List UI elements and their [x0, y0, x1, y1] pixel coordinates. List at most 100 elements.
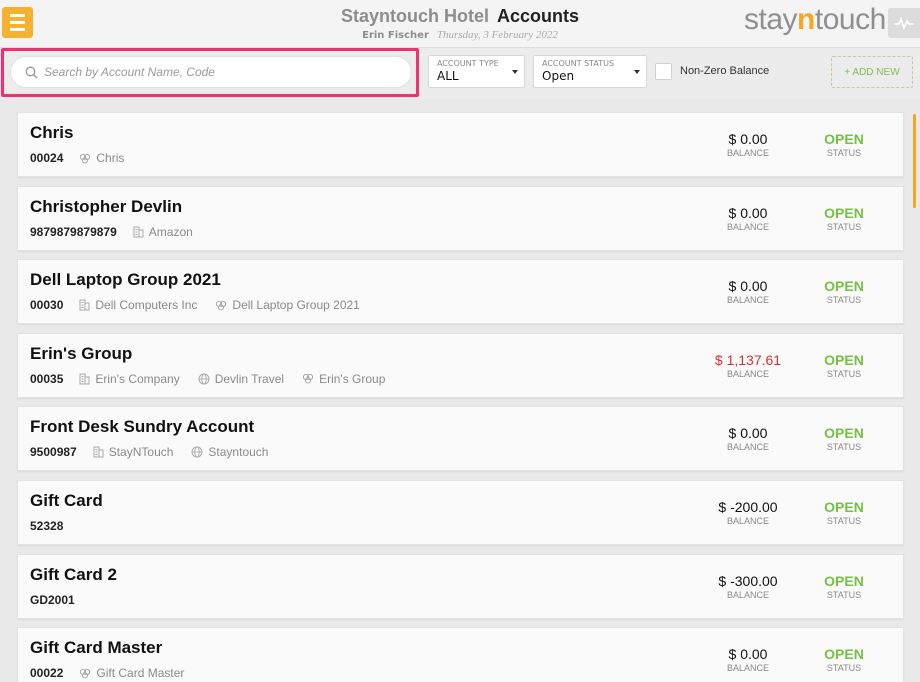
account-status: OPEN STATUS	[808, 131, 880, 159]
status-badge: OPEN	[824, 351, 864, 368]
account-code: 00030	[30, 298, 64, 313]
status-badge: OPEN	[824, 425, 864, 442]
account-status: OPEN STATUS	[808, 352, 880, 380]
account-row[interactable]: Christopher Devlin 9879879879879 Amazon …	[17, 185, 904, 251]
balance-amount: $ 1,137.61	[714, 351, 782, 368]
account-row[interactable]: Gift Card Master 00022 Gift Card Master …	[17, 627, 904, 682]
user-name: Erin Fischer	[362, 30, 429, 41]
status-caption: STATUS	[826, 295, 862, 306]
account-row[interactable]: Chris 00024 Chris $ 0.00 BALANCE OPEN ST…	[17, 112, 904, 177]
account-tag-text: Dell Computers Inc	[95, 298, 198, 313]
status-badge: OPEN	[824, 131, 864, 147]
balance-caption: BALANCE	[726, 589, 770, 600]
account-tag: Amazon	[133, 225, 193, 239]
business-date: Thursday, 3 February 2022	[436, 29, 558, 41]
hotel-name: Stayntouch Hotel	[340, 6, 489, 26]
account-tag-text: Erin's Company	[95, 371, 180, 386]
company-icon	[93, 446, 109, 458]
chevron-down-icon	[634, 70, 640, 74]
account-tag: Stayntouch	[191, 445, 268, 459]
status-badge: OPEN	[824, 204, 864, 221]
app-header: Stayntouch Hotel Accounts Erin Fischer Thu…	[0, 0, 920, 48]
balance-caption: BALANCE	[726, 148, 770, 158]
search-input[interactable]: Search by Account Name, Code	[10, 56, 412, 88]
account-name: Front Desk Sundry Account	[30, 417, 255, 437]
company-icon	[133, 226, 149, 238]
status-caption: STATUS	[826, 148, 862, 158]
balance-caption: BALANCE	[726, 442, 770, 453]
account-balance: $ 1,137.61 BALANCE	[698, 352, 798, 380]
account-row[interactable]: Gift Card 52328 $ -200.00 BALANCE OPEN S…	[17, 480, 904, 545]
account-type-select[interactable]: ACCOUNT TYPE ALL	[428, 55, 525, 88]
account-tag: Chris	[79, 151, 124, 165]
account-status: OPEN STATUS	[808, 278, 880, 306]
account-status: OPEN STATUS	[808, 499, 880, 527]
account-tag-text: Dell Laptop Group 2021	[232, 298, 360, 313]
balance-amount: $ -200.00	[718, 499, 778, 515]
scrollbar[interactable]	[913, 114, 916, 208]
account-list: Chris 00024 Chris $ 0.00 BALANCE OPEN ST…	[0, 98, 920, 682]
account-meta: 9500987 StayNTouch Stayntouch	[30, 445, 286, 459]
account-tag: StayNTouch	[93, 445, 173, 459]
account-code: 00022	[30, 666, 64, 681]
balance-amount: $ 0.00	[728, 425, 768, 442]
account-tag: Erin's Company	[79, 371, 180, 386]
balance-amount: $ 0.00	[728, 278, 768, 295]
account-row[interactable]: Erin's Group 00035 Erin's Company Devlin …	[17, 332, 904, 398]
group-icon	[302, 373, 319, 384]
account-meta: 00035 Erin's Company Devlin Travel Erin's …	[30, 372, 403, 386]
status-badge: OPEN	[824, 499, 864, 515]
account-meta: 00030 Dell Computers Inc Dell Laptop Grou…	[30, 298, 378, 312]
account-code: GD2001	[30, 592, 75, 607]
balance-amount: $ 0.00	[728, 204, 768, 221]
account-name: Gift Card	[30, 491, 103, 510]
account-balance: $ 0.00 BALANCE	[698, 278, 798, 306]
account-tag-text: Gift Card Master	[96, 666, 185, 681]
account-tag-text: Stayntouch	[208, 445, 269, 460]
globe-icon	[191, 446, 208, 458]
group-icon	[79, 668, 96, 679]
account-name: Dell Laptop Group 2021	[30, 270, 221, 290]
account-tag: Devlin Travel	[198, 372, 284, 386]
search-icon	[25, 66, 38, 78]
status-caption: STATUS	[826, 516, 862, 526]
globe-icon	[198, 373, 215, 385]
balance-caption: BALANCE	[726, 516, 770, 526]
account-status-select[interactable]: ACCOUNT STATUS Open	[533, 55, 647, 88]
status-badge: OPEN	[824, 646, 864, 663]
account-tag: Gift Card Master	[79, 666, 184, 680]
account-code: 52328	[30, 519, 64, 533]
status-badge: OPEN	[824, 278, 864, 295]
account-row[interactable]: Front Desk Sundry Account 9500987 StayNT…	[17, 406, 904, 472]
balance-caption: BALANCE	[726, 295, 770, 306]
company-icon	[79, 373, 95, 385]
account-code: 00035	[30, 371, 64, 386]
account-meta: 9879879879879 Amazon	[30, 225, 211, 239]
balance-amount: $ 0.00	[728, 131, 768, 147]
balance-caption: BALANCE	[726, 368, 770, 379]
balance-caption: BALANCE	[726, 221, 770, 232]
account-name: Gift Card Master	[30, 638, 163, 658]
account-balance: $ 0.00 BALANCE	[698, 131, 798, 159]
status-caption: STATUS	[826, 589, 862, 600]
activity-button[interactable]	[888, 8, 920, 38]
group-icon	[79, 153, 96, 164]
account-tag: Dell Laptop Group 2021	[215, 298, 360, 313]
account-name: Chris	[30, 123, 74, 142]
chevron-down-icon	[512, 70, 518, 74]
non-zero-balance-checkbox[interactable]	[655, 63, 672, 80]
account-tag: Erin's Group	[302, 372, 385, 386]
search-placeholder: Search by Account Name, Code	[44, 65, 215, 79]
account-status: OPEN STATUS	[808, 573, 880, 601]
account-code: 00024	[30, 151, 64, 165]
account-balance: $ -300.00 BALANCE	[698, 573, 798, 601]
stayntouch-logo: stayntouch	[744, 3, 886, 36]
account-row[interactable]: Gift Card 2 GD2001 $ -300.00 BALANCE OPE…	[17, 553, 904, 619]
account-row[interactable]: Dell Laptop Group 2021 00030 Dell Comput…	[17, 259, 904, 325]
balance-amount: $ 0.00	[728, 646, 768, 663]
account-balance: $ -200.00 BALANCE	[698, 499, 798, 527]
account-balance: $ 0.00 BALANCE	[698, 646, 798, 674]
add-new-button[interactable]: + ADD NEW	[831, 56, 913, 88]
status-caption: STATUS	[826, 442, 862, 453]
account-name: Christopher Devlin	[30, 196, 183, 216]
